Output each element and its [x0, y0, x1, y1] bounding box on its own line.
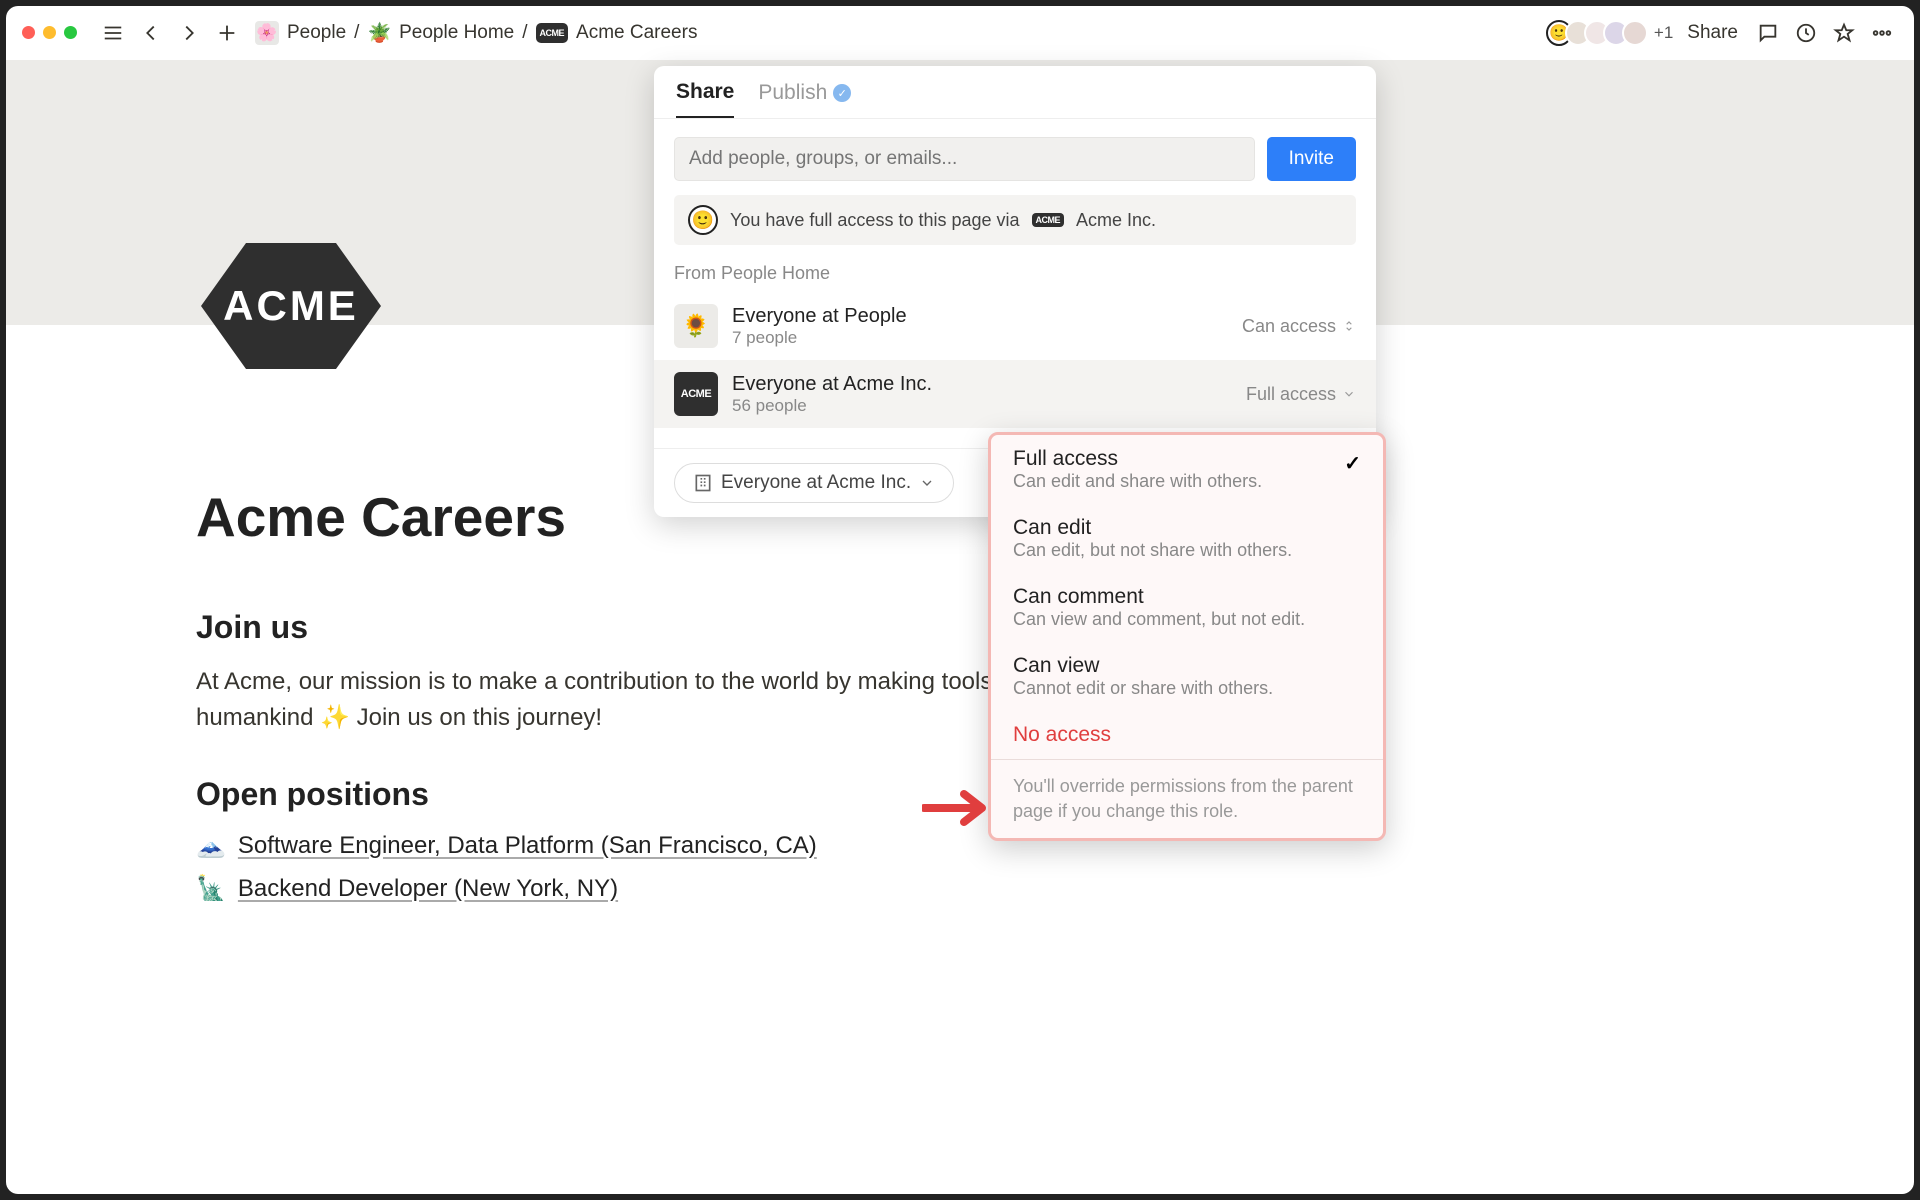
minimize-window-icon[interactable] [43, 26, 56, 39]
position-link[interactable]: Software Engineer, Data Platform (San Fr… [238, 832, 817, 860]
invite-button[interactable]: Invite [1267, 137, 1356, 181]
acme-badge-icon: ACME [536, 23, 569, 43]
topbar: 🌸 People / 🪴 People Home / ACME Acme Car… [6, 6, 1914, 60]
plant-icon: 🪴 [367, 21, 391, 45]
permission-row[interactable]: ACME Everyone at Acme Inc. 56 people Ful… [654, 360, 1376, 428]
inherited-from-label: From People Home [674, 263, 1356, 284]
comments-icon[interactable] [1752, 17, 1784, 49]
permission-level[interactable]: Can access [1242, 316, 1356, 337]
check-icon: ✓ [1344, 451, 1361, 476]
app-window: 🌸 People / 🪴 People Home / ACME Acme Car… [6, 6, 1914, 1194]
breadcrumb: 🌸 People / 🪴 People Home / ACME Acme Car… [255, 21, 697, 45]
verified-icon: ✓ [833, 84, 851, 102]
org-chip[interactable]: Everyone at Acme Inc. [674, 463, 954, 503]
role-option-no-access[interactable]: No access [991, 711, 1383, 759]
fullscreen-window-icon[interactable] [64, 26, 77, 39]
breadcrumb-seg[interactable]: People Home [399, 22, 514, 44]
workspace-icon: 🌸 [255, 21, 279, 45]
tab-publish[interactable]: Publish✓ [758, 81, 851, 117]
list-item: 🗻 Software Engineer, Data Platform (San … [196, 831, 1724, 860]
role-menu-footer: You'll override permissions from the par… [991, 759, 1383, 838]
forward-icon[interactable] [173, 17, 205, 49]
avatar: 🙂 [688, 205, 718, 235]
share-tabs: Share Publish✓ [654, 66, 1376, 118]
mountain-icon: 🗻 [196, 831, 226, 860]
role-option-full-access[interactable]: Full accessCan edit and share with other… [991, 435, 1383, 504]
role-option-can-edit[interactable]: Can editCan edit, but not share with oth… [991, 504, 1383, 573]
back-icon[interactable] [135, 17, 167, 49]
flower-icon: 🌻 [674, 304, 718, 348]
permission-level[interactable]: Full access [1246, 384, 1356, 405]
avatar [1622, 20, 1648, 46]
favorite-icon[interactable] [1828, 17, 1860, 49]
section-heading: Join us [196, 609, 1724, 646]
tab-share[interactable]: Share [676, 80, 734, 118]
role-menu: Full accessCan edit and share with other… [988, 432, 1386, 841]
acme-badge-icon: ACME [1032, 213, 1065, 227]
access-note: 🙂 You have full access to this page via … [674, 195, 1356, 245]
updates-icon[interactable] [1790, 17, 1822, 49]
presence-avatars[interactable]: 🙂 +1 [1553, 20, 1673, 46]
permission-row[interactable]: 🌻 Everyone at People 7 people Can access [674, 292, 1356, 360]
page-icon[interactable]: ACME [201, 236, 381, 376]
invite-input[interactable] [674, 137, 1255, 181]
role-option-can-comment[interactable]: Can commentCan view and comment, but not… [991, 573, 1383, 642]
presence-overflow[interactable]: +1 [1654, 23, 1673, 43]
chevron-down-icon [1342, 387, 1356, 401]
position-link[interactable]: Backend Developer (New York, NY) [238, 875, 618, 903]
more-icon[interactable] [1866, 17, 1898, 49]
building-icon [693, 473, 713, 493]
acme-badge-icon: ACME [674, 372, 718, 416]
list-item: 🗽 Backend Developer (New York, NY) [196, 874, 1724, 903]
new-page-icon[interactable] [211, 17, 243, 49]
chevron-down-icon [919, 475, 935, 491]
breadcrumb-seg[interactable]: Acme Careers [576, 22, 697, 44]
callout-arrow-icon [922, 786, 992, 835]
statue-icon: 🗽 [196, 874, 226, 903]
share-button[interactable]: Share [1687, 22, 1738, 44]
breadcrumb-seg[interactable]: People [287, 22, 346, 44]
menu-icon[interactable] [97, 17, 129, 49]
close-window-icon[interactable] [22, 26, 35, 39]
window-controls [22, 26, 77, 39]
role-option-can-view[interactable]: Can viewCannot edit or share with others… [991, 642, 1383, 711]
updown-icon [1342, 319, 1356, 333]
